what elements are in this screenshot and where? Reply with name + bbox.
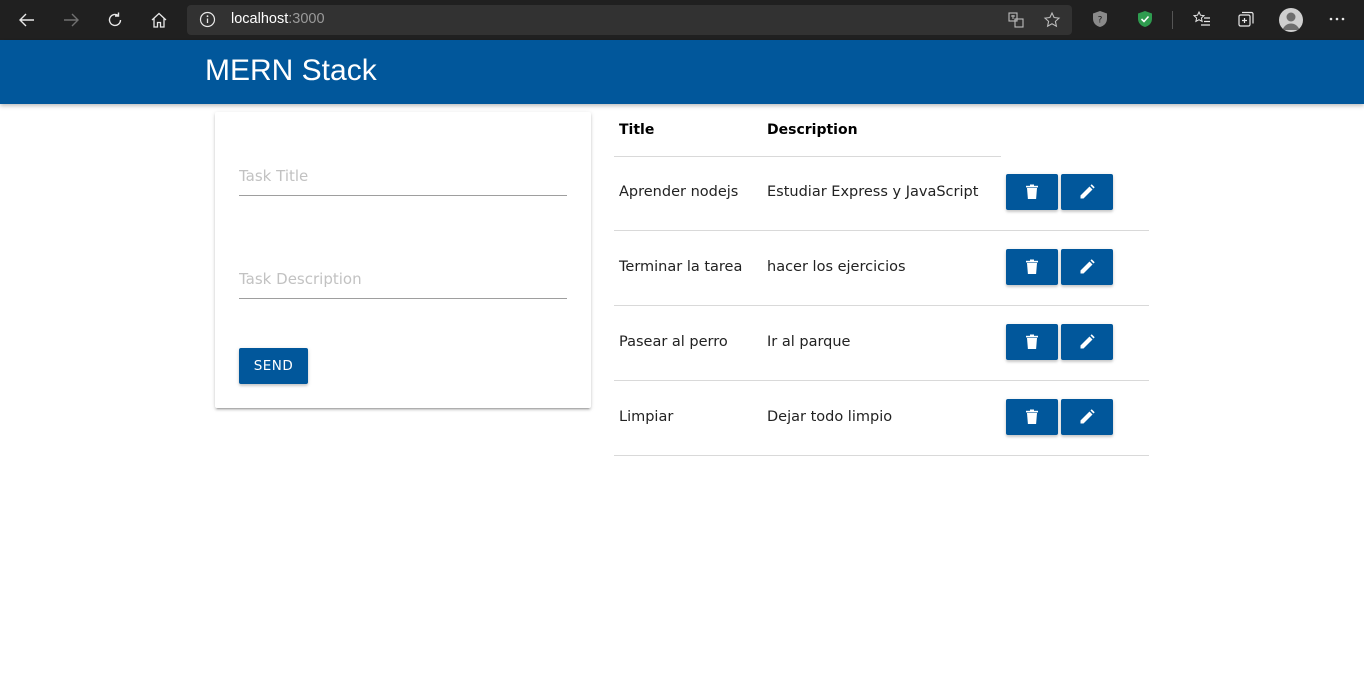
- favorite-star-icon[interactable]: [1043, 11, 1061, 29]
- url-text[interactable]: localhost:3000: [231, 11, 325, 27]
- home-button[interactable]: [143, 4, 175, 36]
- shield-check-icon[interactable]: [1135, 9, 1155, 29]
- delete-button[interactable]: [1006, 399, 1058, 435]
- app-navbar: MERN Stack: [0, 40, 1364, 104]
- more-options-icon[interactable]: [1327, 9, 1347, 29]
- profile-avatar[interactable]: [1279, 8, 1303, 32]
- collections-icon[interactable]: [1236, 9, 1256, 29]
- edit-button[interactable]: [1061, 324, 1113, 360]
- send-button[interactable]: SEND: [239, 348, 308, 384]
- arrow-right-icon: [64, 13, 79, 27]
- user-icon: [1282, 12, 1300, 30]
- task-description-cell: Dejar todo limpio: [767, 409, 893, 425]
- task-title-cell: Terminar la tarea: [619, 259, 743, 275]
- delete-button[interactable]: [1006, 174, 1058, 210]
- edit-button[interactable]: [1061, 249, 1113, 285]
- favorites-list-icon[interactable]: [1192, 9, 1212, 29]
- task-title-cell: Pasear al perro: [619, 334, 728, 350]
- refresh-icon: [108, 12, 122, 27]
- edit-icon: [1080, 409, 1095, 424]
- table-row: Pasear al perro Ir al parque: [614, 306, 1149, 381]
- task-title-cell: Limpiar: [619, 409, 674, 425]
- description-column-header: Description: [767, 122, 858, 138]
- title-column-header: Title: [619, 122, 655, 138]
- delete-button[interactable]: [1006, 249, 1058, 285]
- task-description-cell: Ir al parque: [767, 334, 851, 350]
- table-row: Terminar la tarea hacer los ejercicios: [614, 231, 1149, 306]
- delete-button[interactable]: [1006, 324, 1058, 360]
- shield-question-icon[interactable]: ?: [1090, 9, 1110, 29]
- forward-button[interactable]: [55, 4, 87, 36]
- delete-icon: [1026, 184, 1038, 199]
- task-title-cell: Aprender nodejs: [619, 184, 739, 200]
- back-button[interactable]: [11, 4, 43, 36]
- table-row: Aprender nodejs Estudiar Express y JavaS…: [614, 156, 1149, 231]
- edit-button[interactable]: [1061, 174, 1113, 210]
- task-description-cell: Estudiar Express y JavaScript: [767, 184, 979, 200]
- task-description-cell: hacer los ejercicios: [767, 259, 906, 275]
- svg-text:?: ?: [1098, 16, 1103, 26]
- url-port: :3000: [288, 11, 325, 27]
- task-description-input[interactable]: [239, 259, 567, 299]
- arrow-left-icon: [19, 13, 34, 27]
- delete-icon: [1026, 259, 1038, 274]
- refresh-button[interactable]: [99, 4, 131, 36]
- edit-button[interactable]: [1061, 399, 1113, 435]
- table-row: Limpiar Dejar todo limpio: [614, 381, 1149, 456]
- edit-icon: [1080, 259, 1095, 274]
- home-icon: [151, 12, 167, 28]
- toolbar-divider: [1172, 11, 1173, 29]
- info-icon[interactable]: [199, 11, 216, 28]
- address-bar[interactable]: localhost:3000: [187, 5, 1072, 35]
- task-form-card: SEND: [215, 112, 591, 408]
- browser-toolbar: localhost:3000 ?: [0, 0, 1364, 40]
- edit-icon: [1080, 334, 1095, 349]
- edit-icon: [1080, 184, 1095, 199]
- task-title-input[interactable]: [239, 156, 567, 196]
- delete-icon: [1026, 334, 1038, 349]
- url-host: localhost: [231, 11, 289, 27]
- brand-logo[interactable]: MERN Stack: [205, 54, 377, 88]
- delete-icon: [1026, 409, 1038, 424]
- translate-icon[interactable]: [1007, 11, 1025, 29]
